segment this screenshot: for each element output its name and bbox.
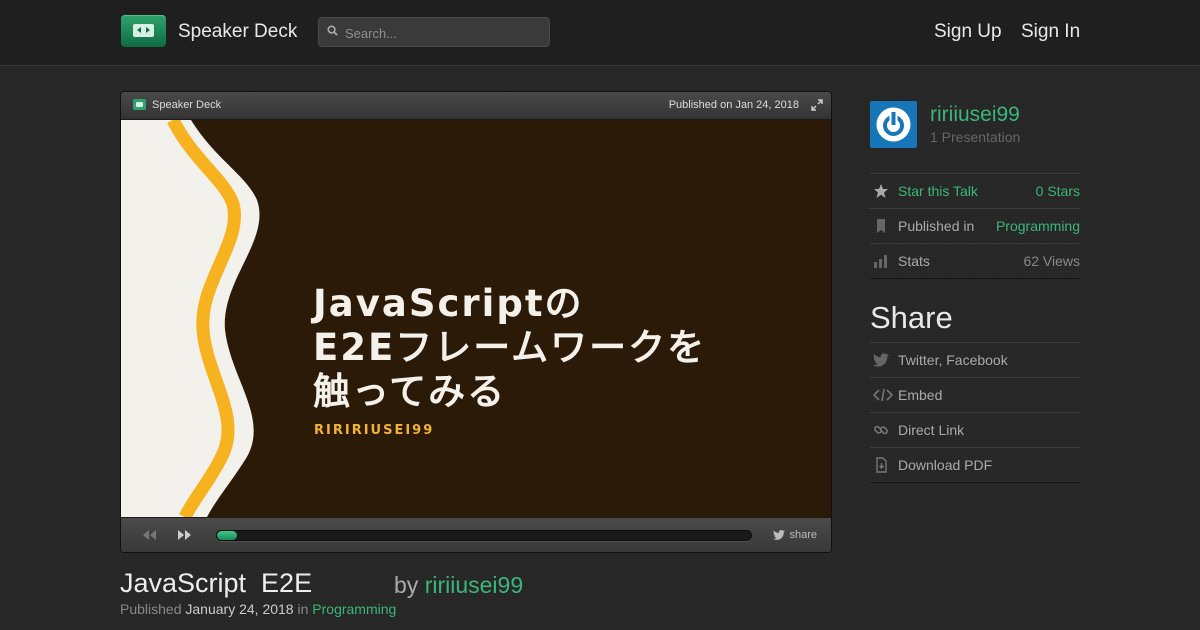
published-in-label: Published in — [898, 218, 975, 234]
player-published-date: Published on Jan 24, 2018 — [668, 99, 799, 111]
in-word: in — [297, 601, 309, 617]
mini-logo-icon — [133, 99, 146, 110]
stars-count: 0 Stars — [1035, 183, 1080, 199]
presentation-count[interactable]: 1 Presentation — [930, 129, 1020, 145]
star-talk-row[interactable]: Star this Talk 0 Stars — [870, 173, 1080, 209]
search-box[interactable] — [318, 17, 550, 47]
slide-progress-fill — [217, 531, 237, 540]
sign-in-link[interactable]: Sign In — [1021, 21, 1080, 43]
star-icon — [874, 184, 888, 198]
next-slide-icon[interactable] — [177, 530, 193, 540]
slide-progress-bar[interactable] — [216, 530, 752, 541]
player-controls: share — [121, 517, 831, 552]
search-icon — [327, 25, 338, 36]
stats-label: Stats — [898, 253, 930, 269]
share-download-pdf-row[interactable]: Download PDF — [870, 447, 1080, 483]
power-logo-icon — [876, 107, 911, 142]
category-link[interactable]: Programming — [312, 601, 396, 617]
download-pdf-icon — [876, 457, 887, 473]
sidebar-username[interactable]: ririiusei99 — [930, 103, 1020, 127]
star-talk-label[interactable]: Star this Talk — [898, 183, 978, 199]
talk-author-link[interactable]: ririiusei99 — [425, 572, 523, 598]
sign-up-link[interactable]: Sign Up — [934, 21, 1002, 43]
views-count: 62 Views — [1023, 253, 1080, 269]
avatar[interactable] — [870, 101, 917, 148]
share-label: share — [789, 529, 817, 541]
speaker-deck-logo-icon[interactable] — [121, 15, 166, 47]
by-prefix: by — [394, 572, 419, 598]
link-icon — [874, 425, 888, 435]
slide-title-text: JavaScriptの E2Eフレームワークを 触ってみる — [313, 282, 813, 414]
player-brand[interactable]: Speaker Deck — [152, 99, 221, 111]
share-direct-link-row[interactable]: Direct Link — [870, 412, 1080, 448]
twitter-icon — [873, 353, 889, 367]
talk-published-line: Published January 24, 2018 in Programmin… — [120, 601, 396, 617]
talk-byline: by ririiusei99 — [394, 572, 523, 599]
search-input[interactable] — [343, 22, 547, 44]
share-list-divider — [870, 482, 1080, 483]
slide-player: Speaker Deck Published on Jan 24, 2018 J… — [120, 91, 832, 553]
share-embed-row[interactable]: Embed — [870, 377, 1080, 413]
share-embed-label[interactable]: Embed — [898, 387, 942, 403]
code-icon — [873, 388, 893, 402]
slide-author-text: RIRIRIUSEI99 — [314, 423, 435, 438]
published-prefix: Published — [120, 601, 182, 617]
talk-title: JavaScript E2E — [120, 568, 313, 598]
slide-title-line: 触ってみる — [313, 370, 507, 413]
player-share-button[interactable]: share — [773, 529, 817, 541]
current-slide[interactable]: JavaScriptの E2Eフレームワークを 触ってみる RIRIRIUSEI… — [121, 120, 831, 517]
player-top-bar: Speaker Deck Published on Jan 24, 2018 — [121, 92, 831, 120]
fullscreen-icon[interactable] — [811, 99, 823, 111]
share-twitter-facebook-label[interactable]: Twitter, Facebook — [898, 352, 1008, 368]
brand-name[interactable]: Speaker Deck — [178, 21, 297, 43]
top-header: Speaker Deck Sign Up Sign In — [0, 0, 1200, 66]
share-heading: Share — [870, 300, 953, 335]
slide-title-line: JavaScriptの — [313, 282, 584, 325]
share-download-pdf-label[interactable]: Download PDF — [898, 457, 992, 473]
published-in-category[interactable]: Programming — [996, 218, 1080, 234]
share-twitter-facebook-row[interactable]: Twitter, Facebook — [870, 342, 1080, 378]
published-in-row: Published in Programming — [870, 208, 1080, 244]
published-date: January 24, 2018 — [185, 601, 294, 617]
bookmark-icon — [877, 219, 885, 233]
bar-chart-icon — [874, 255, 887, 268]
twitter-bird-icon — [773, 530, 786, 540]
stats-row: Stats 62 Views — [870, 243, 1080, 279]
share-direct-link-label[interactable]: Direct Link — [898, 422, 964, 438]
previous-slide-icon[interactable] — [141, 530, 157, 540]
slide-title-line: E2Eフレームワークを — [313, 326, 707, 369]
